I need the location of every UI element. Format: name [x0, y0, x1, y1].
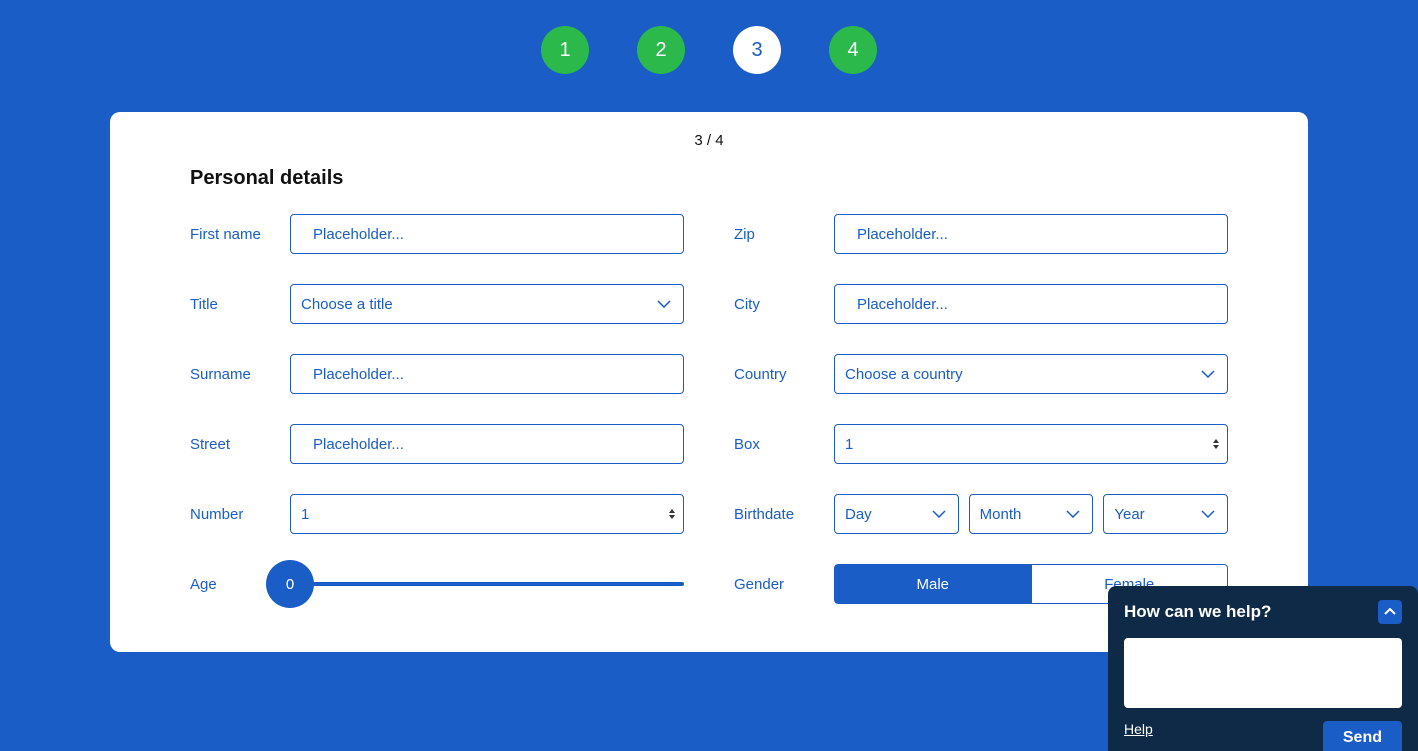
field-country: Country Choose a country: [734, 354, 1228, 394]
age-label: Age: [190, 576, 266, 593]
section-title: Personal details: [190, 167, 1228, 190]
chat-message-input[interactable]: [1124, 638, 1402, 708]
surname-label: Surname: [190, 366, 290, 383]
form-column-right: Zip City Country Choose a country Box: [734, 214, 1228, 604]
field-street: Street: [190, 424, 684, 464]
box-spin-up[interactable]: [1213, 439, 1219, 443]
country-select-value: Choose a country: [845, 366, 963, 383]
chat-title: How can we help?: [1124, 602, 1271, 622]
city-input[interactable]: [834, 284, 1228, 324]
box-spinner: [1213, 439, 1219, 449]
number-spin-up[interactable]: [669, 509, 675, 513]
slider-thumb[interactable]: 0: [266, 560, 314, 608]
step-3[interactable]: 3: [733, 26, 781, 74]
number-spin-down[interactable]: [669, 515, 675, 519]
birthdate-label: Birthdate: [734, 506, 834, 523]
wizard-steps: 1 2 3 4: [0, 0, 1418, 74]
country-select[interactable]: Choose a country: [834, 354, 1228, 394]
age-slider[interactable]: 0: [266, 564, 684, 604]
birthdate-month-value: Month: [980, 506, 1022, 523]
birthdate-day-value: Day: [845, 506, 872, 523]
form-column-left: First name Title Choose a title Surname …: [190, 214, 684, 604]
box-input[interactable]: 1: [834, 424, 1228, 464]
field-city: City: [734, 284, 1228, 324]
chevron-down-icon: [1066, 510, 1080, 518]
field-box: Box 1: [734, 424, 1228, 464]
step-2[interactable]: 2: [637, 26, 685, 74]
chevron-down-icon: [1201, 370, 1215, 378]
birthdate-year-select[interactable]: Year: [1103, 494, 1228, 534]
gender-male-button[interactable]: Male: [834, 564, 1031, 604]
chat-collapse-button[interactable]: [1378, 600, 1402, 624]
step-4[interactable]: 4: [829, 26, 877, 74]
chevron-up-icon: [1384, 603, 1396, 621]
birthdate-month-select[interactable]: Month: [969, 494, 1094, 534]
field-zip: Zip: [734, 214, 1228, 254]
field-first-name: First name: [190, 214, 684, 254]
street-input[interactable]: [290, 424, 684, 464]
gender-label: Gender: [734, 576, 834, 593]
birthdate-year-value: Year: [1114, 506, 1144, 523]
field-age: Age 0: [190, 564, 684, 604]
number-value: 1: [301, 506, 309, 523]
chevron-down-icon: [932, 510, 946, 518]
zip-input[interactable]: [834, 214, 1228, 254]
country-label: Country: [734, 366, 834, 383]
chat-send-button[interactable]: Send: [1323, 721, 1402, 751]
title-select-value: Choose a title: [301, 296, 393, 313]
chat-help-link[interactable]: Help: [1124, 721, 1153, 737]
field-birthdate: Birthdate Day Month Year: [734, 494, 1228, 534]
zip-label: Zip: [734, 226, 834, 243]
surname-input[interactable]: [290, 354, 684, 394]
chevron-down-icon: [1201, 510, 1215, 518]
form-card: 3 / 4 Personal details First name Title …: [110, 112, 1308, 652]
help-chat-widget: How can we help? Help Send: [1108, 586, 1418, 751]
field-title: Title Choose a title: [190, 284, 684, 324]
title-select[interactable]: Choose a title: [290, 284, 684, 324]
field-surname: Surname: [190, 354, 684, 394]
number-spinner: [669, 509, 675, 519]
first-name-label: First name: [190, 226, 290, 243]
birthdate-day-select[interactable]: Day: [834, 494, 959, 534]
title-label: Title: [190, 296, 290, 313]
step-1[interactable]: 1: [541, 26, 589, 74]
chevron-down-icon: [657, 300, 671, 308]
number-input[interactable]: 1: [290, 494, 684, 534]
street-label: Street: [190, 436, 290, 453]
first-name-input[interactable]: [290, 214, 684, 254]
field-number: Number 1: [190, 494, 684, 534]
number-label: Number: [190, 506, 290, 523]
box-value: 1: [845, 436, 853, 453]
box-label: Box: [734, 436, 834, 453]
slider-track: [290, 582, 684, 586]
box-spin-down[interactable]: [1213, 445, 1219, 449]
page-counter: 3 / 4: [190, 132, 1228, 149]
city-label: City: [734, 296, 834, 313]
